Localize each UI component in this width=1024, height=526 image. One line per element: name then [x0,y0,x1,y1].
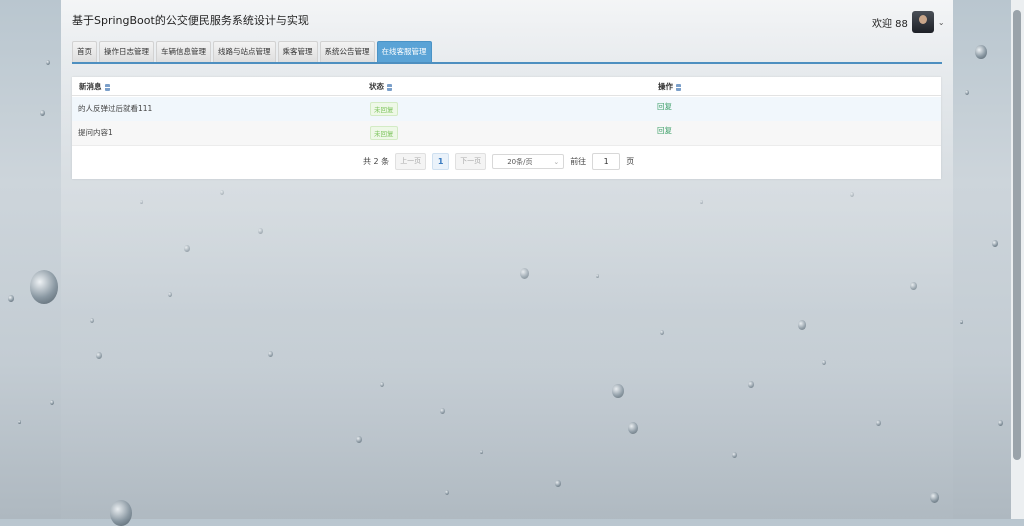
raindrop [975,45,987,60]
reply-link[interactable]: 回复 [657,125,672,136]
tab-home[interactable]: 首页 [72,41,97,62]
raindrop [18,420,21,424]
sort-icon[interactable] [104,83,110,91]
avatar[interactable] [911,11,934,33]
app-title: 基于SpringBoot的公交便民服务系统设计与实现 [72,14,309,27]
welcome-text: 欢迎 88 [872,18,908,30]
tab-vehicle-info[interactable]: 车辆信息管理 [156,41,211,62]
col-header-status[interactable]: 状态 [369,81,392,92]
tab-announcements[interactable]: 系统公告管理 [319,41,375,62]
tab-underline [72,62,942,64]
chevron-down-icon: ⌄ [553,158,560,166]
pagination: 共 2 条 上一页 1 下一页 20条/页 ⌄ 前往 1 页 [363,153,634,170]
tab-routes-stations[interactable]: 线路与站点管理 [213,41,276,62]
sort-icon[interactable] [676,83,681,91]
user-menu[interactable]: 欢迎 88 ⌄ [872,10,945,34]
col-header-message[interactable]: 新消息 [79,81,110,92]
table-row: 的人反弹过后就看111 未回复 回复 [72,97,941,122]
raindrop [46,60,50,65]
raindrop [998,420,1003,426]
scrollbar-thumb[interactable] [1013,10,1021,460]
page-number[interactable]: 1 [432,153,450,170]
message-cell: 的人反弹过后就看111 [78,104,153,113]
nav-tabs: 首页 操作日志管理 车辆信息管理 线路与站点管理 乘客管理 系统公告管理 在线客… [72,41,432,62]
goto-label: 前往 [570,157,587,166]
col-header-action[interactable]: 操作 [658,81,681,92]
status-badge: 未回复 [370,126,398,140]
raindrop [50,400,54,405]
prev-page-button[interactable]: 上一页 [395,153,427,170]
message-cell: 提问内容1 [78,128,113,137]
tab-online-service[interactable]: 在线客服管理 [376,41,432,62]
raindrop [992,240,998,248]
chevron-down-icon[interactable]: ⌄ [938,18,945,27]
status-badge: 未回复 [370,102,398,116]
table-header: 新消息 状态 操作 [72,77,941,96]
next-page-button[interactable]: 下一页 [455,153,487,170]
page-size-select[interactable]: 20条/页 ⌄ [492,154,565,169]
tab-passengers[interactable]: 乘客管理 [277,41,318,62]
tab-operation-log[interactable]: 操作日志管理 [99,41,154,62]
raindrop [40,110,45,116]
raindrop [8,295,14,303]
reply-link[interactable]: 回复 [657,101,672,112]
page-unit-label: 页 [626,157,635,166]
total-count: 共 2 条 [363,157,390,166]
raindrop [960,320,963,324]
raindrop [30,270,58,304]
table-row: 提问内容1 未回复 回复 [72,121,941,146]
goto-page-input[interactable]: 1 [592,153,621,170]
sort-icon[interactable] [387,83,392,91]
raindrop [965,90,969,95]
